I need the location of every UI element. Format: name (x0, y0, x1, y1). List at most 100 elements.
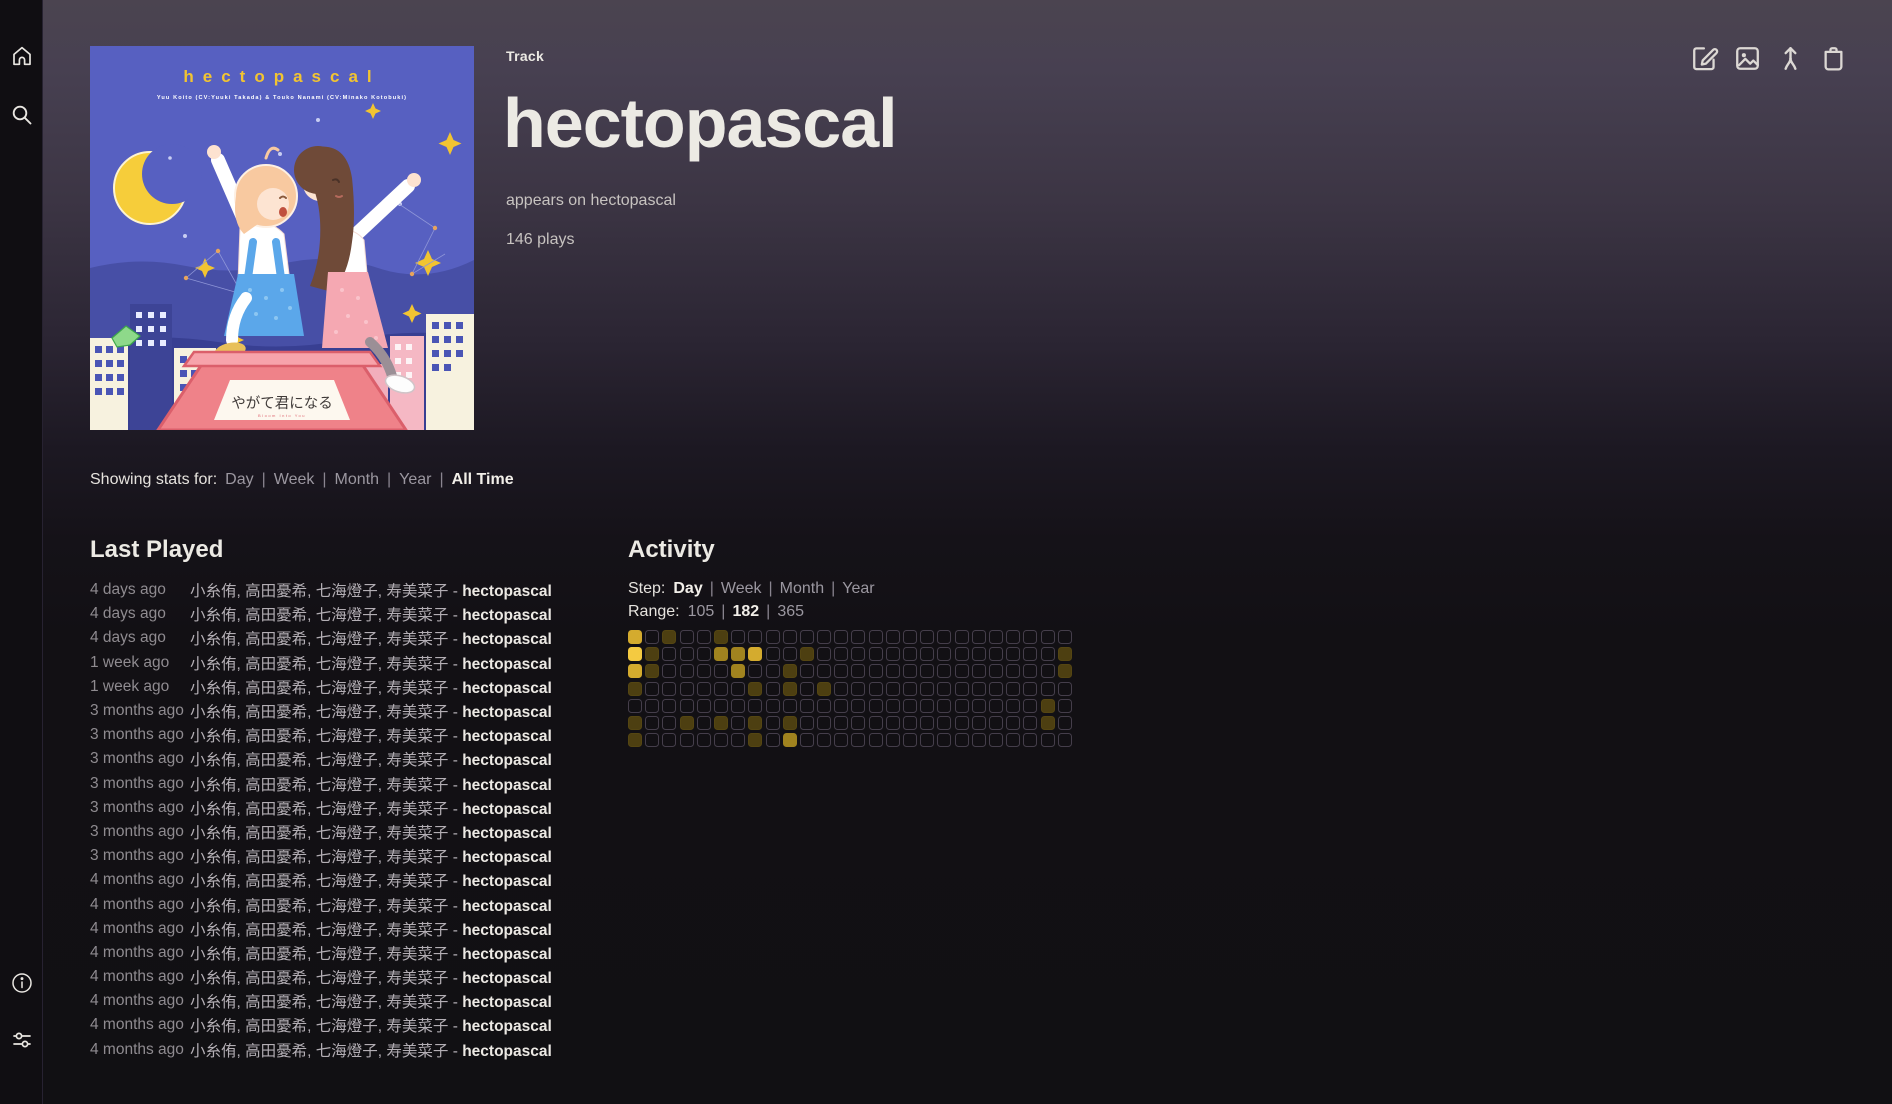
heatmap-cell[interactable] (989, 716, 1003, 730)
home-icon[interactable] (10, 44, 34, 68)
heatmap-cell[interactable] (697, 733, 711, 747)
artist-link[interactable]: 寿美菜子 (386, 825, 448, 842)
heatmap-cell[interactable] (680, 647, 694, 661)
heatmap-cell[interactable] (1023, 647, 1037, 661)
artist-link[interactable]: 七海燈子 (316, 777, 378, 794)
artist-link[interactable]: 高田憂希 (245, 607, 307, 624)
heatmap-cell[interactable] (783, 682, 797, 696)
artist-link[interactable]: 小糸侑 (190, 631, 237, 648)
heatmap-cell[interactable] (714, 682, 728, 696)
artist-link[interactable]: 七海燈子 (316, 583, 378, 600)
delete-icon[interactable] (1819, 44, 1848, 73)
heatmap-cell[interactable] (628, 647, 642, 661)
heatmap-cell[interactable] (851, 647, 865, 661)
heatmap-cell[interactable] (920, 647, 934, 661)
step-option-day[interactable]: Day (673, 580, 702, 597)
heatmap-cell[interactable] (645, 647, 659, 661)
heatmap-cell[interactable] (1006, 716, 1020, 730)
heatmap-cell[interactable] (1041, 733, 1055, 747)
heatmap-cell[interactable] (886, 630, 900, 644)
artist-link[interactable]: 小糸侑 (190, 752, 237, 769)
artist-link[interactable]: 高田憂希 (245, 777, 307, 794)
heatmap-cell[interactable] (662, 682, 676, 696)
heatmap-cell[interactable] (869, 699, 883, 713)
heatmap-cell[interactable] (680, 664, 694, 678)
heatmap-cell[interactable] (937, 699, 951, 713)
heatmap-cell[interactable] (886, 664, 900, 678)
track-link[interactable]: hectopascal (462, 1043, 552, 1060)
edit-icon[interactable] (1690, 44, 1719, 73)
heatmap-cell[interactable] (1023, 682, 1037, 696)
heatmap-cell[interactable] (714, 664, 728, 678)
heatmap-cell[interactable] (955, 664, 969, 678)
artist-link[interactable]: 寿美菜子 (386, 704, 448, 721)
artist-link[interactable]: 寿美菜子 (386, 898, 448, 915)
artist-link[interactable]: 七海燈子 (316, 849, 378, 866)
track-link[interactable]: hectopascal (462, 922, 552, 939)
heatmap-cell[interactable] (1058, 647, 1072, 661)
heatmap-cell[interactable] (955, 699, 969, 713)
heatmap-cell[interactable] (1023, 664, 1037, 678)
artist-link[interactable]: 小糸侑 (190, 825, 237, 842)
artist-link[interactable]: 小糸侑 (190, 607, 237, 624)
heatmap-cell[interactable] (817, 682, 831, 696)
heatmap-cell[interactable] (920, 733, 934, 747)
heatmap-cell[interactable] (920, 716, 934, 730)
heatmap-cell[interactable] (869, 664, 883, 678)
info-icon[interactable] (10, 971, 34, 995)
heatmap-cell[interactable] (834, 733, 848, 747)
heatmap-cell[interactable] (748, 664, 762, 678)
heatmap-cell[interactable] (645, 630, 659, 644)
image-icon[interactable] (1733, 44, 1762, 73)
track-link[interactable]: hectopascal (462, 728, 552, 745)
step-option-week[interactable]: Week (721, 580, 762, 597)
heatmap-cell[interactable] (680, 716, 694, 730)
artist-link[interactable]: 高田憂希 (245, 704, 307, 721)
artist-link[interactable]: 七海燈子 (316, 631, 378, 648)
heatmap-cell[interactable] (680, 682, 694, 696)
heatmap-cell[interactable] (955, 716, 969, 730)
artist-link[interactable]: 高田憂希 (245, 801, 307, 818)
heatmap-cell[interactable] (628, 664, 642, 678)
artist-link[interactable]: 寿美菜子 (386, 922, 448, 939)
track-link[interactable]: hectopascal (462, 704, 552, 721)
heatmap-cell[interactable] (783, 699, 797, 713)
artist-link[interactable]: 小糸侑 (190, 777, 237, 794)
stats-option-day[interactable]: Day (225, 471, 253, 488)
heatmap-cell[interactable] (800, 733, 814, 747)
track-link[interactable]: hectopascal (462, 849, 552, 866)
heatmap-cell[interactable] (662, 733, 676, 747)
artist-link[interactable]: 小糸侑 (190, 728, 237, 745)
heatmap-cell[interactable] (1058, 630, 1072, 644)
artist-link[interactable]: 小糸侑 (190, 946, 237, 963)
heatmap-cell[interactable] (731, 664, 745, 678)
heatmap-cell[interactable] (697, 630, 711, 644)
heatmap-cell[interactable] (731, 716, 745, 730)
heatmap-cell[interactable] (869, 630, 883, 644)
track-link[interactable]: hectopascal (462, 583, 552, 600)
heatmap-cell[interactable] (766, 733, 780, 747)
heatmap-cell[interactable] (628, 682, 642, 696)
heatmap-cell[interactable] (1041, 647, 1055, 661)
heatmap-cell[interactable] (989, 699, 1003, 713)
heatmap-cell[interactable] (937, 716, 951, 730)
heatmap-cell[interactable] (834, 664, 848, 678)
heatmap-cell[interactable] (920, 630, 934, 644)
heatmap-cell[interactable] (972, 699, 986, 713)
heatmap-cell[interactable] (628, 716, 642, 730)
heatmap-cell[interactable] (834, 630, 848, 644)
artist-link[interactable]: 高田憂希 (245, 583, 307, 600)
heatmap-cell[interactable] (1023, 716, 1037, 730)
heatmap-cell[interactable] (800, 664, 814, 678)
track-link[interactable]: hectopascal (462, 1018, 552, 1035)
heatmap-cell[interactable] (903, 716, 917, 730)
heatmap-cell[interactable] (662, 647, 676, 661)
stats-option-year[interactable]: Year (399, 471, 431, 488)
artist-link[interactable]: 寿美菜子 (386, 607, 448, 624)
track-link[interactable]: hectopascal (462, 801, 552, 818)
artist-link[interactable]: 高田憂希 (245, 873, 307, 890)
artist-link[interactable]: 小糸侑 (190, 922, 237, 939)
range-option-365[interactable]: 365 (777, 603, 804, 620)
heatmap-cell[interactable] (903, 664, 917, 678)
heatmap-cell[interactable] (1023, 630, 1037, 644)
